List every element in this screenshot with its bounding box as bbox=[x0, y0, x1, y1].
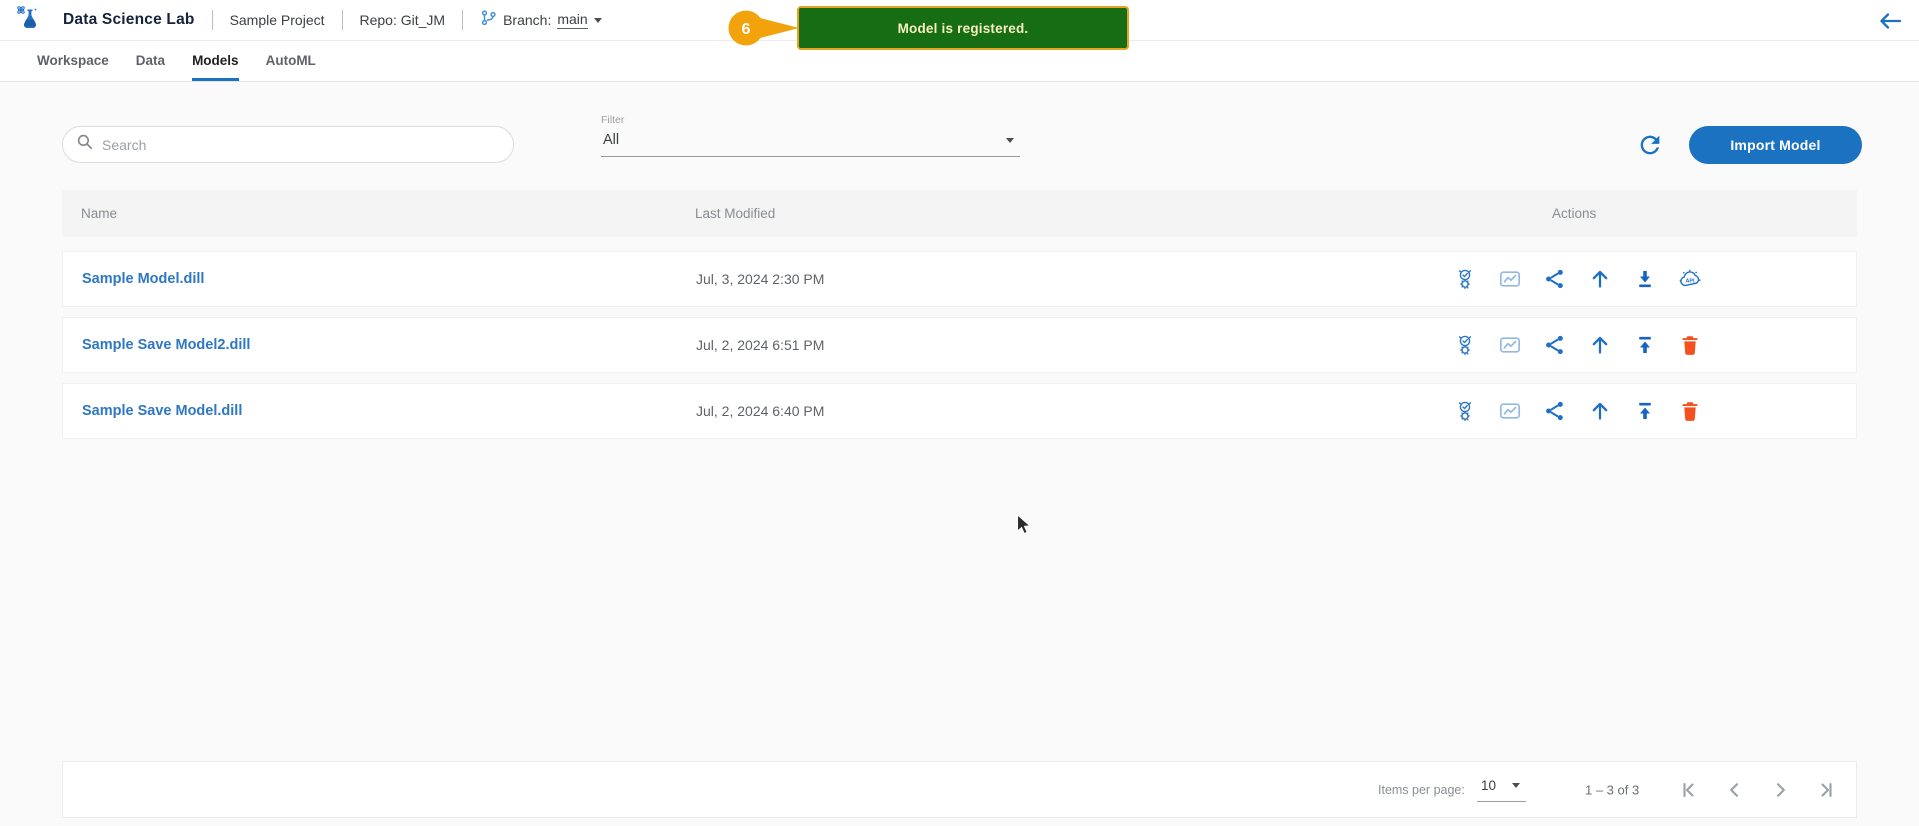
repo-name: Repo: Git_JM bbox=[359, 12, 446, 28]
model-name-link[interactable]: Sample Model.dill bbox=[82, 252, 204, 306]
divider bbox=[211, 10, 213, 30]
git-branch-icon bbox=[480, 9, 497, 31]
divider bbox=[462, 10, 464, 30]
mouse-cursor bbox=[1016, 513, 1036, 541]
promote-icon[interactable] bbox=[1588, 267, 1612, 291]
tab-models[interactable]: Models bbox=[192, 41, 239, 81]
table-row: Sample Model.dill Jul, 3, 2024 2:30 PM A… bbox=[62, 251, 1857, 307]
upload-icon[interactable] bbox=[1633, 399, 1657, 423]
app-title: Data Science Lab bbox=[63, 11, 195, 28]
download-icon[interactable] bbox=[1633, 267, 1657, 291]
share-icon[interactable] bbox=[1543, 267, 1567, 291]
share-icon[interactable] bbox=[1543, 399, 1567, 423]
tab-automl[interactable]: AutoML bbox=[266, 41, 316, 81]
pagination-nav bbox=[1678, 778, 1837, 802]
table-header: Name Last Modified Actions bbox=[62, 190, 1857, 237]
next-page-button[interactable] bbox=[1768, 778, 1792, 802]
column-header-last-modified: Last Modified bbox=[695, 206, 776, 221]
model-name-link[interactable]: Sample Save Model.dill bbox=[82, 384, 242, 438]
toast-message: Model is registered. bbox=[897, 20, 1029, 36]
last-modified-value: Jul, 3, 2024 2:30 PM bbox=[696, 271, 825, 287]
search-box[interactable] bbox=[62, 126, 514, 163]
row-actions: API bbox=[1453, 267, 1702, 291]
promote-icon[interactable] bbox=[1588, 333, 1612, 357]
step-badge: 6 bbox=[728, 10, 799, 46]
table-row: Sample Save Model2.dill Jul, 2, 2024 6:5… bbox=[62, 317, 1857, 373]
last-modified-value: Jul, 2, 2024 6:40 PM bbox=[696, 403, 825, 419]
chevron-down-icon bbox=[1512, 782, 1521, 788]
filter-label: Filter bbox=[601, 114, 625, 126]
chevron-down-icon bbox=[593, 17, 602, 23]
tab-data[interactable]: Data bbox=[136, 41, 165, 81]
svg-text:API: API bbox=[1686, 279, 1695, 285]
step-badge-number: 6 bbox=[742, 21, 751, 38]
delete-icon[interactable] bbox=[1678, 399, 1702, 423]
table-row: Sample Save Model.dill Jul, 2, 2024 6:40… bbox=[62, 383, 1857, 439]
back-arrow-button[interactable] bbox=[1877, 9, 1903, 33]
row-actions bbox=[1453, 333, 1702, 357]
share-icon[interactable] bbox=[1543, 333, 1567, 357]
previous-page-button[interactable] bbox=[1723, 778, 1747, 802]
ml-model-icon[interactable] bbox=[1453, 333, 1477, 357]
delete-icon[interactable] bbox=[1678, 333, 1702, 357]
model-name-link[interactable]: Sample Save Model2.dill bbox=[82, 318, 250, 372]
column-header-name: Name bbox=[81, 206, 118, 221]
app-logo-flask-icon bbox=[14, 3, 44, 38]
branch-label: Branch: bbox=[503, 12, 552, 28]
branch-value: main bbox=[557, 11, 588, 29]
last-modified-value: Jul, 2, 2024 6:51 PM bbox=[696, 337, 825, 353]
refresh-button[interactable] bbox=[1636, 131, 1664, 159]
view-plots-icon[interactable] bbox=[1498, 267, 1522, 291]
filter-value: All bbox=[603, 132, 620, 148]
view-plots-icon[interactable] bbox=[1498, 333, 1522, 357]
search-icon bbox=[76, 133, 94, 156]
items-per-page-select[interactable]: 10 bbox=[1477, 777, 1527, 802]
search-input[interactable] bbox=[102, 136, 513, 153]
row-actions bbox=[1453, 399, 1702, 423]
ml-model-icon[interactable] bbox=[1453, 267, 1477, 291]
filter-select[interactable]: Filter All bbox=[601, 114, 1020, 157]
items-per-page-value: 10 bbox=[1481, 777, 1497, 793]
upload-icon[interactable] bbox=[1633, 333, 1657, 357]
project-name: Sample Project bbox=[229, 12, 325, 28]
chevron-down-icon bbox=[1006, 137, 1014, 143]
pagination-range: 1 – 3 of 3 bbox=[1585, 782, 1640, 797]
ml-model-icon[interactable] bbox=[1453, 399, 1477, 423]
first-page-button[interactable] bbox=[1678, 778, 1702, 802]
divider bbox=[341, 10, 343, 30]
deploy-api-icon[interactable]: API bbox=[1678, 267, 1702, 291]
pagination-bar: Items per page: 10 1 – 3 of 3 bbox=[62, 761, 1857, 818]
tab-workspace[interactable]: Workspace bbox=[37, 41, 109, 81]
import-model-button[interactable]: Import Model bbox=[1689, 126, 1862, 164]
view-plots-icon[interactable] bbox=[1498, 399, 1522, 423]
promote-icon[interactable] bbox=[1588, 399, 1612, 423]
toast-notification: Model is registered. bbox=[797, 6, 1129, 50]
last-page-button[interactable] bbox=[1813, 778, 1837, 802]
branch-selector[interactable]: Branch: main bbox=[480, 9, 602, 31]
items-per-page-label: Items per page: bbox=[1378, 782, 1465, 797]
column-header-actions: Actions bbox=[1552, 206, 1597, 221]
